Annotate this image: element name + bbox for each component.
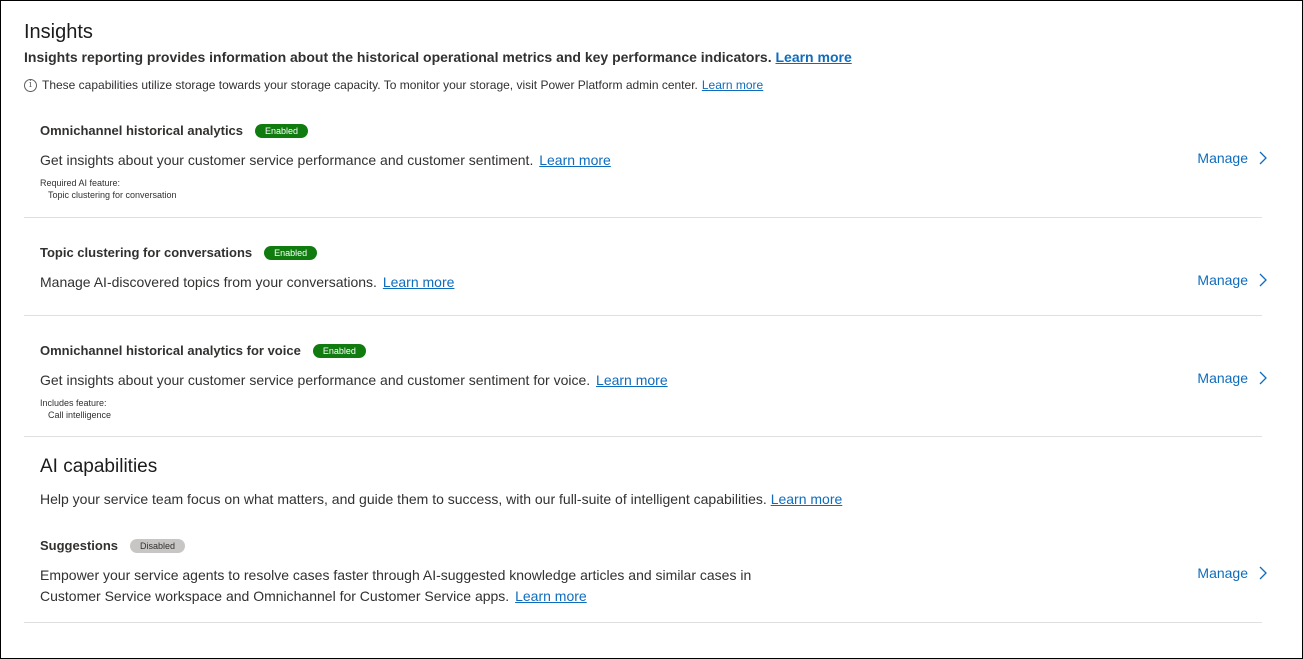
card-learn-more-link[interactable]: Learn more (596, 372, 668, 388)
card-suggestions: Suggestions Disabled Empower your servic… (24, 524, 1267, 623)
card-learn-more-link[interactable]: Learn more (515, 588, 587, 604)
status-badge: Disabled (130, 538, 186, 553)
storage-notice-text: These capabilities utilize storage towar… (42, 78, 698, 92)
card-title: Omnichannel historical analytics for voi… (40, 343, 366, 358)
chevron-right-icon (1259, 371, 1267, 385)
card-description-line1: Empower your service agents to resolve c… (40, 567, 752, 583)
card-description-text: Get insights about your customer service… (40, 152, 534, 168)
manage-button[interactable]: Manage (1197, 150, 1270, 166)
storage-notice: i These capabilities utilize storage tow… (24, 78, 763, 92)
page-description: Insights reporting provides information … (24, 49, 852, 65)
info-icon: i (24, 78, 37, 92)
manage-button[interactable]: Manage (1197, 370, 1270, 386)
manage-button[interactable]: Manage (1197, 565, 1270, 581)
card-description: Get insights about your customer service… (40, 150, 611, 171)
page-title: Insights (24, 21, 93, 43)
card-meta-value: Call intelligence (48, 410, 112, 420)
insights-learn-more-link[interactable]: Learn more (775, 49, 851, 65)
card-omnichannel-historical-analytics: Omnichannel historical analytics Enabled… (24, 109, 1267, 218)
card-title-text: Omnichannel historical analytics for voi… (40, 343, 301, 358)
manage-label: Manage (1197, 565, 1248, 581)
card-description: Empower your service agents to resolve c… (40, 565, 751, 607)
card-title: Omnichannel historical analytics Enabled (40, 123, 309, 138)
card-description: Get insights about your customer service… (40, 370, 668, 391)
card-meta-label: Required AI feature: (40, 178, 121, 188)
card-description: Manage AI-discovered topics from your co… (40, 272, 454, 293)
page-description-text: Insights reporting provides information … (24, 49, 772, 65)
card-title-text: Suggestions (40, 538, 119, 553)
card-description-line2-row: Customer Service workspace and Omnichann… (40, 586, 751, 607)
ai-section-title: AI capabilities (40, 456, 158, 477)
card-learn-more-link[interactable]: Learn more (539, 152, 611, 168)
status-badge: Enabled (264, 245, 318, 260)
insights-page: Insights Insights reporting provides inf… (0, 0, 1303, 659)
card-description-line2: Customer Service workspace and Omnichann… (40, 588, 510, 604)
ai-learn-more-link[interactable]: Learn more (771, 491, 843, 507)
card-title-text: Omnichannel historical analytics (40, 123, 244, 138)
storage-learn-more-link[interactable]: Learn more (702, 78, 763, 92)
card-learn-more-link[interactable]: Learn more (383, 274, 455, 290)
card-meta-label: Includes feature: (40, 398, 107, 408)
card-title-text: Topic clustering for conversations (40, 245, 253, 260)
card-omnichannel-voice-analytics: Omnichannel historical analytics for voi… (24, 329, 1267, 437)
card-description-text: Get insights about your customer service… (40, 372, 591, 388)
status-badge: Enabled (312, 343, 366, 358)
card-title: Topic clustering for conversations Enabl… (40, 245, 318, 260)
ai-section-description-text: Help your service team focus on what mat… (40, 491, 767, 507)
chevron-right-icon (1259, 151, 1267, 165)
manage-label: Manage (1197, 150, 1248, 166)
chevron-right-icon (1259, 566, 1267, 580)
status-badge: Enabled (255, 123, 309, 138)
card-meta: Required AI feature: Topic clustering fo… (40, 177, 177, 201)
card-title: Suggestions Disabled (40, 538, 186, 553)
manage-label: Manage (1197, 272, 1248, 288)
card-meta-value: Topic clustering for conversation (48, 190, 177, 200)
card-meta: Includes feature: Call intelligence (40, 397, 111, 421)
card-topic-clustering: Topic clustering for conversations Enabl… (24, 231, 1267, 316)
manage-label: Manage (1197, 370, 1248, 386)
manage-button[interactable]: Manage (1197, 272, 1270, 288)
ai-section-description: Help your service team focus on what mat… (40, 491, 842, 507)
card-description-text: Manage AI-discovered topics from your co… (40, 274, 377, 290)
chevron-right-icon (1259, 273, 1267, 287)
